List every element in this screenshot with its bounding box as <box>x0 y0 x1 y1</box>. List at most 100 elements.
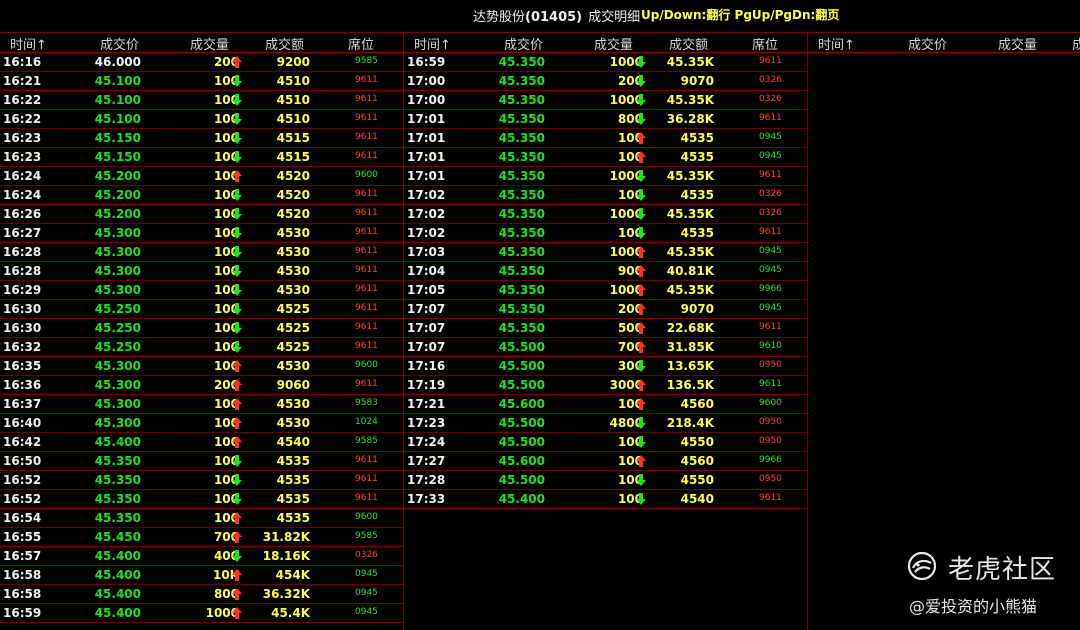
trade-row[interactable]: 16:27 45.300 100 4530 9611 <box>0 224 403 243</box>
trade-amount: 4510 <box>276 74 310 88</box>
arrow-up-icon <box>636 303 646 315</box>
trade-time: 16:58 <box>3 568 42 582</box>
trade-row[interactable]: 16:54 45.350 100 4535 9600 <box>0 509 403 528</box>
trade-row[interactable]: 16:52 45.350 100 4535 9611 <box>0 471 403 490</box>
header-price[interactable]: 成交价 <box>908 34 947 53</box>
trade-row[interactable]: 17:00 45.350 1000 45.35K 0326 <box>404 91 807 110</box>
trade-seat: 9600 <box>355 170 378 180</box>
header-amount[interactable]: 成交额 <box>265 34 304 53</box>
arrow-down-icon <box>232 550 242 562</box>
header-price[interactable]: 成交价 <box>100 34 139 53</box>
trade-row[interactable]: 16:57 45.400 400 18.16K 0326 <box>0 547 403 566</box>
trade-panel-3: 时间↑ 成交价 成交量 成交额 <box>808 32 1080 630</box>
trade-row[interactable]: 17:05 45.350 1000 45.35K 9966 <box>404 281 807 300</box>
header-volume[interactable]: 成交量 <box>998 34 1037 53</box>
trade-row[interactable]: 16:32 45.250 100 4525 9611 <box>0 338 403 357</box>
trade-row[interactable]: 16:40 45.300 100 4530 1024 <box>0 414 403 433</box>
trade-price: 45.100 <box>94 112 141 126</box>
arrow-up-icon <box>232 512 242 524</box>
trade-row[interactable]: 16:23 45.150 100 4515 9611 <box>0 148 403 167</box>
header-amount[interactable]: 成交额 <box>1072 34 1080 53</box>
header-seat[interactable]: 席位 <box>752 34 778 53</box>
trade-row[interactable]: 17:07 45.500 700 31.85K 9610 <box>404 338 807 357</box>
trade-price: 45.500 <box>498 359 545 373</box>
trade-row[interactable]: 17:07 45.350 500 22.68K 9611 <box>404 319 807 338</box>
trade-row[interactable]: 17:00 45.350 200 9070 0326 <box>404 72 807 91</box>
trade-price: 45.500 <box>498 435 545 449</box>
trade-row[interactable]: 16:28 45.300 100 4530 9611 <box>0 243 403 262</box>
arrow-down-icon <box>636 474 646 486</box>
trade-row[interactable]: 17:28 45.500 100 4550 0950 <box>404 471 807 490</box>
trade-time: 16:27 <box>3 226 42 240</box>
trade-row[interactable]: 16:16 46.000 200 9200 9585 <box>0 53 403 72</box>
trade-row[interactable]: 17:04 45.350 900 40.81K 0945 <box>404 262 807 281</box>
trade-row[interactable]: 16:59 45.400 1000 45.4K 0945 <box>0 604 403 623</box>
trade-row[interactable]: 17:01 45.350 100 4535 0945 <box>404 148 807 167</box>
trade-row[interactable]: 17:27 45.600 100 4560 9966 <box>404 452 807 471</box>
trade-row[interactable]: 16:30 45.250 100 4525 9611 <box>0 300 403 319</box>
trade-row[interactable]: 17:16 45.500 300 13.65K 0950 <box>404 357 807 376</box>
trade-time: 16:23 <box>3 131 42 145</box>
trade-amount: 4525 <box>276 321 310 335</box>
trade-row[interactable]: 16:22 45.100 100 4510 9611 <box>0 110 403 129</box>
trade-price: 45.400 <box>498 492 545 506</box>
trade-amount: 4535 <box>276 511 310 525</box>
arrow-down-icon <box>636 360 646 372</box>
trade-row[interactable]: 17:01 45.350 100 4535 0945 <box>404 129 807 148</box>
trade-row[interactable]: 16:55 45.450 700 31.82K 9585 <box>0 528 403 547</box>
trade-row[interactable]: 16:23 45.150 100 4515 9611 <box>0 129 403 148</box>
trade-row[interactable]: 16:24 45.200 100 4520 9611 <box>0 186 403 205</box>
trade-price: 45.200 <box>94 207 141 221</box>
trade-seat: 9611 <box>355 303 378 313</box>
trade-time: 16:30 <box>3 302 42 316</box>
stock-name: 达势股份 <box>473 10 526 25</box>
trade-row[interactable]: 17:01 45.350 800 36.28K 9611 <box>404 110 807 129</box>
trade-row[interactable]: 16:35 45.300 100 4530 9600 <box>0 357 403 376</box>
trade-row[interactable]: 17:02 45.350 100 4535 0326 <box>404 186 807 205</box>
trade-amount: 4530 <box>276 245 310 259</box>
trade-row[interactable]: 16:58 45.400 10K 454K 0945 <box>0 566 403 585</box>
trade-row[interactable]: 17:33 45.400 100 4540 9611 <box>404 490 807 509</box>
trade-row[interactable]: 16:42 45.400 100 4540 9585 <box>0 433 403 452</box>
header-amount[interactable]: 成交额 <box>669 34 708 53</box>
header-time[interactable]: 时间↑ <box>414 34 451 53</box>
trade-row[interactable]: 16:26 45.200 100 4520 9611 <box>0 205 403 224</box>
arrow-down-icon <box>636 94 646 106</box>
trade-row[interactable]: 17:02 45.350 1000 45.35K 0326 <box>404 205 807 224</box>
trade-price: 45.400 <box>94 435 141 449</box>
arrow-up-icon <box>232 531 242 543</box>
trade-row[interactable]: 16:36 45.300 200 9060 9611 <box>0 376 403 395</box>
trade-row[interactable]: 17:24 45.500 100 4550 0950 <box>404 433 807 452</box>
trade-row[interactable]: 17:02 45.350 100 4535 9611 <box>404 224 807 243</box>
header-volume[interactable]: 成交量 <box>594 34 633 53</box>
trade-row[interactable]: 16:50 45.350 100 4535 9611 <box>0 452 403 471</box>
trade-row[interactable]: 17:23 45.500 4800 218.4K 0950 <box>404 414 807 433</box>
header-time[interactable]: 时间↑ <box>10 34 47 53</box>
trade-row[interactable]: 17:01 45.350 1000 45.35K 9611 <box>404 167 807 186</box>
trade-row[interactable]: 16:30 45.250 100 4525 9611 <box>0 319 403 338</box>
header-volume[interactable]: 成交量 <box>190 34 229 53</box>
header-price[interactable]: 成交价 <box>504 34 543 53</box>
trade-row[interactable]: 16:37 45.300 100 4530 9583 <box>0 395 403 414</box>
trade-row[interactable]: 17:03 45.350 1000 45.35K 0945 <box>404 243 807 262</box>
trade-seat: 9611 <box>355 151 378 161</box>
trade-seat: 0950 <box>759 474 782 484</box>
trade-time: 17:33 <box>407 492 446 506</box>
trade-row[interactable]: 16:21 45.100 100 4510 9611 <box>0 72 403 91</box>
trade-row[interactable]: 16:29 45.300 100 4530 9611 <box>0 281 403 300</box>
trade-row[interactable]: 16:52 45.350 100 4535 9611 <box>0 490 403 509</box>
trade-row[interactable]: 16:59 45.350 1000 45.35K 9611 <box>404 53 807 72</box>
trade-row[interactable]: 16:58 45.400 800 36.32K 0945 <box>0 585 403 604</box>
trade-seat: 0326 <box>759 94 782 104</box>
trade-row[interactable]: 16:24 45.200 100 4520 9600 <box>0 167 403 186</box>
header-time[interactable]: 时间↑ <box>818 34 855 53</box>
trade-seat: 0326 <box>759 208 782 218</box>
trade-row[interactable]: 16:22 45.100 100 4510 9611 <box>0 91 403 110</box>
trade-row[interactable]: 16:28 45.300 100 4530 9611 <box>0 262 403 281</box>
trade-time: 16:42 <box>3 435 42 449</box>
trade-row[interactable]: 17:19 45.500 3000 136.5K 9611 <box>404 376 807 395</box>
trade-row[interactable]: 17:07 45.350 200 9070 0945 <box>404 300 807 319</box>
header-seat[interactable]: 席位 <box>348 34 374 53</box>
trade-amount: 45.35K <box>666 93 714 107</box>
trade-row[interactable]: 17:21 45.600 100 4560 9600 <box>404 395 807 414</box>
